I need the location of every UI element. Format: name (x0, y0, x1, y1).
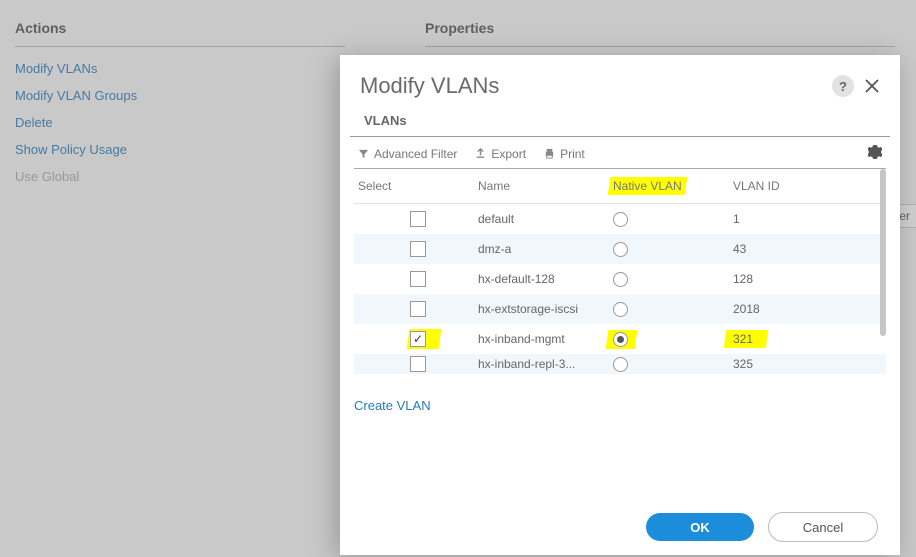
row-name: dmz-a (478, 242, 613, 256)
print-label: Print (560, 147, 585, 161)
advanced-filter-button[interactable]: Advanced Filter (358, 147, 457, 161)
row-vlan-id: 128 (733, 272, 874, 286)
print-icon (544, 148, 555, 159)
native-vlan-radio[interactable] (613, 212, 628, 227)
vlans-table: Select Name Native VLAN VLAN ID default 1… (354, 169, 886, 384)
vlans-section-label: VLANs (350, 107, 890, 137)
dialog-footer: OK Cancel (340, 499, 900, 555)
filter-icon (358, 148, 369, 159)
close-icon (864, 78, 880, 94)
row-name: default (478, 212, 613, 226)
native-vlan-radio[interactable] (613, 302, 628, 317)
row-name: hx-extstorage-iscsi (478, 302, 613, 316)
native-vlan-radio[interactable] (613, 242, 628, 257)
table-toolbar: Advanced Filter Export Print (354, 137, 886, 169)
row-vlan-id: 325 (733, 357, 874, 371)
col-native-label: Native VLAN (613, 179, 682, 193)
close-button[interactable] (864, 78, 880, 94)
table-row[interactable]: hx-inband-mgmt 321 (354, 324, 886, 354)
row-vlan-id: 43 (733, 242, 874, 256)
advanced-filter-label: Advanced Filter (374, 147, 457, 161)
ok-button[interactable]: OK (646, 513, 754, 541)
col-name[interactable]: Name (478, 179, 613, 193)
modify-vlans-dialog: Modify VLANs ? VLANs Advanced Filter Exp… (340, 55, 900, 555)
row-name: hx-default-128 (478, 272, 613, 286)
select-checkbox[interactable] (410, 241, 426, 257)
row-name: hx-inband-repl-3... (478, 357, 613, 371)
export-label: Export (491, 147, 526, 161)
table-scrollbar[interactable] (880, 169, 886, 354)
select-checkbox[interactable] (410, 211, 426, 227)
export-icon (475, 148, 486, 159)
table-header-row: Select Name Native VLAN VLAN ID (354, 169, 886, 204)
col-vlan-id[interactable]: VLAN ID (733, 179, 874, 193)
select-checkbox[interactable] (410, 356, 426, 372)
gear-icon (868, 145, 882, 159)
dialog-title: Modify VLANs (360, 73, 499, 99)
table-row[interactable]: hx-inband-repl-3... 325 (354, 354, 886, 374)
table-row[interactable]: hx-extstorage-iscsi 2018 (354, 294, 886, 324)
cancel-button[interactable]: Cancel (768, 512, 878, 542)
select-checkbox[interactable] (410, 301, 426, 317)
scrollbar-thumb[interactable] (880, 169, 886, 336)
create-vlan-link[interactable]: Create VLAN (354, 398, 431, 413)
row-vlan-id: 2018 (733, 302, 874, 316)
help-button[interactable]: ? (832, 75, 854, 97)
row-vlan-id: 1 (733, 212, 874, 226)
row-name: hx-inband-mgmt (478, 332, 613, 346)
native-vlan-radio[interactable] (613, 272, 628, 287)
table-row[interactable]: default 1 (354, 204, 886, 234)
select-checkbox[interactable] (410, 331, 426, 347)
dialog-header: Modify VLANs ? (340, 55, 900, 107)
col-native[interactable]: Native VLAN (613, 179, 733, 193)
table-settings-button[interactable] (868, 145, 882, 162)
table-body: default 1 dmz-a 43 hx-default-128 128 hx-extst… (354, 204, 886, 379)
table-row[interactable]: dmz-a 43 (354, 234, 886, 264)
print-button[interactable]: Print (544, 147, 585, 161)
table-row[interactable]: hx-default-128 128 (354, 264, 886, 294)
row-vlan-id: 321 (733, 332, 874, 346)
select-checkbox[interactable] (410, 271, 426, 287)
col-select[interactable]: Select (358, 179, 478, 193)
native-vlan-radio[interactable] (613, 357, 628, 372)
export-button[interactable]: Export (475, 147, 526, 161)
native-vlan-radio[interactable] (613, 332, 628, 347)
